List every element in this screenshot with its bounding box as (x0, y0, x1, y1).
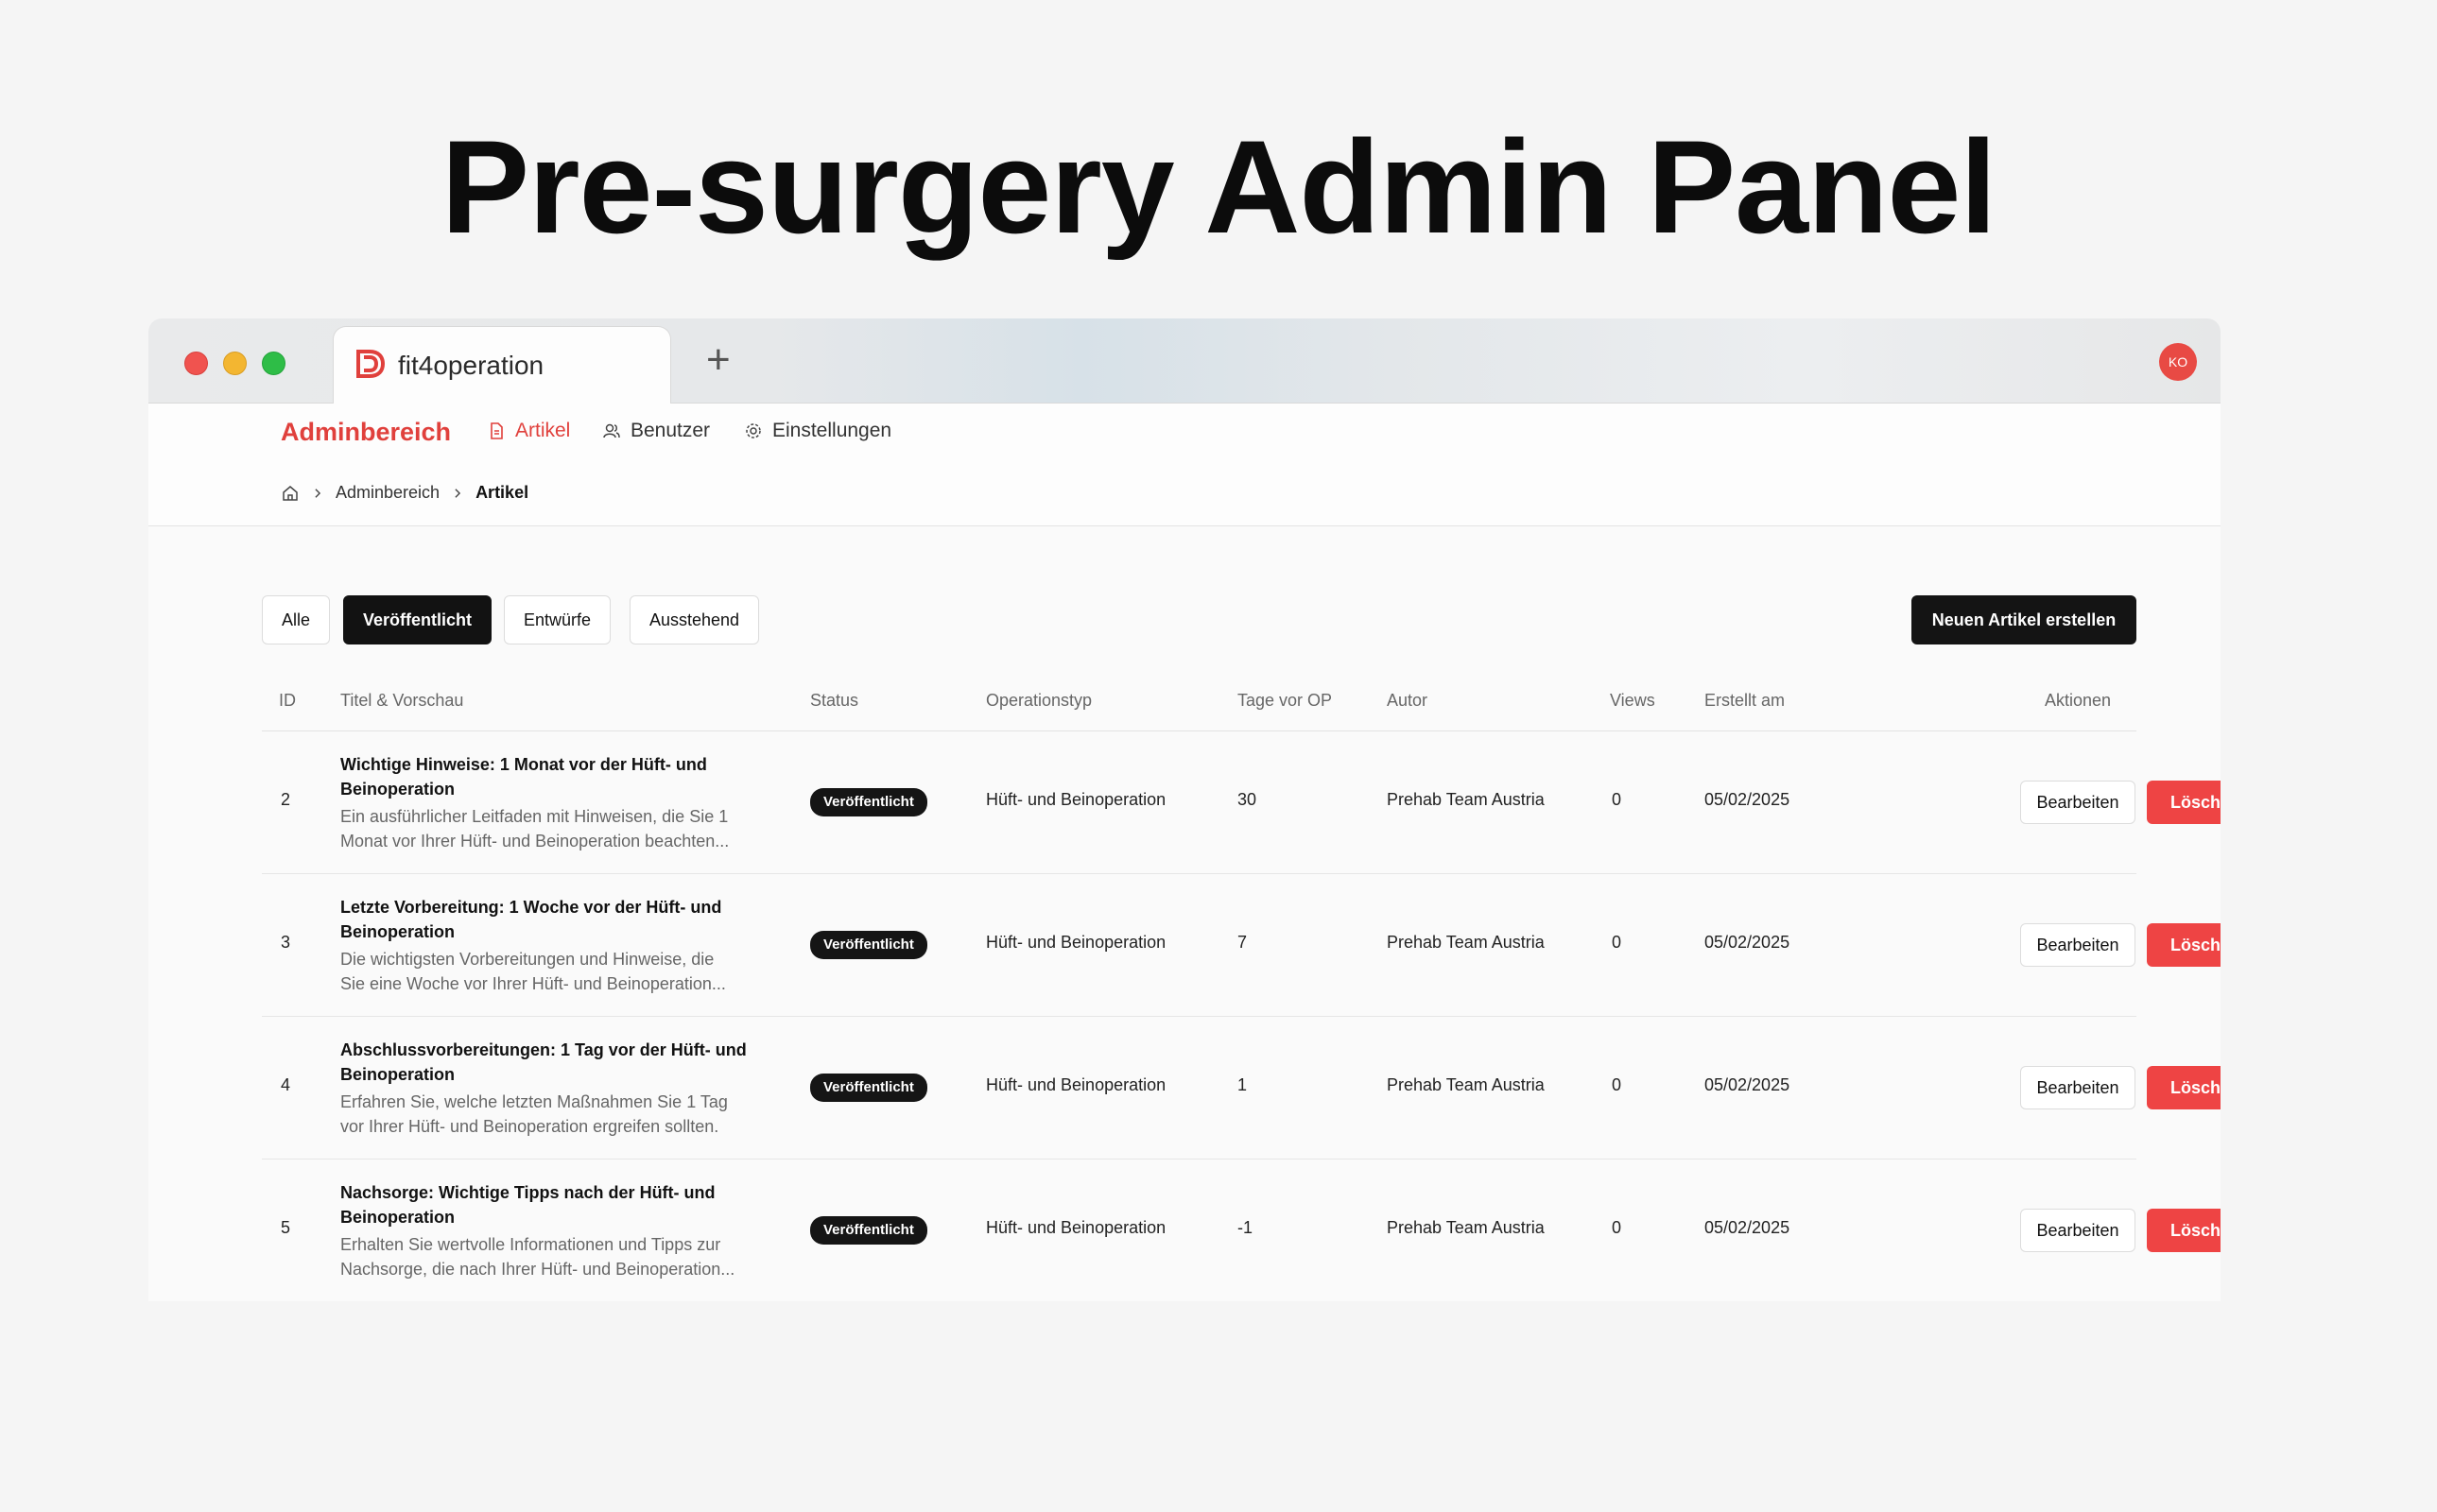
articles-table: ID Titel & Vorschau Status Operationstyp… (262, 673, 2221, 1301)
avatar[interactable]: KO (2159, 343, 2197, 381)
top-navigation: Adminbereich Artikel Benutzer Einstellun… (148, 404, 2221, 526)
header-views[interactable]: Views (1610, 691, 1655, 711)
row-days: -1 (1237, 1218, 1253, 1237)
header-status[interactable]: Status (810, 691, 858, 711)
edit-button[interactable]: Bearbeiten (2020, 923, 2135, 967)
row-optype: Hüft- und Beinoperation (986, 1075, 1167, 1094)
breadcrumb-current: Artikel (475, 483, 529, 502)
row-optype: Hüft- und Beinoperation (986, 933, 1167, 952)
nav-item-label: Artikel (515, 420, 571, 441)
tab-title: fit4operation (398, 351, 544, 380)
row-views: 0 (1612, 1218, 1622, 1237)
header-title[interactable]: Titel & Vorschau (340, 691, 463, 711)
header-optype[interactable]: Operationstyp (986, 691, 1092, 711)
nav-item-benutzer[interactable]: Benutzer (602, 420, 710, 442)
status-badge: Veröffentlicht (810, 931, 927, 959)
close-window-button[interactable] (184, 352, 208, 375)
browser-chrome: fit4operation + KO (148, 318, 2221, 404)
table-row[interactable]: 4 Abschlussvorbereitungen: 1 Tag vor der… (262, 1017, 2221, 1160)
brand-title[interactable]: Adminbereich (281, 418, 451, 447)
delete-button[interactable]: Löschen (2147, 1066, 2221, 1109)
main-content: Alle Veröffentlicht Entwürfe Ausstehend … (148, 526, 2221, 1301)
delete-button[interactable]: Löschen (2147, 923, 2221, 967)
status-badge: Veröffentlicht (810, 1216, 927, 1245)
row-author: Prehab Team Austria (1387, 1075, 1545, 1094)
row-views: 0 (1612, 1075, 1622, 1094)
row-views: 0 (1612, 933, 1622, 952)
table-row[interactable]: 5 Nachsorge: Wichtige Tipps nach der Hüf… (262, 1160, 2221, 1301)
row-created: 05/02/2025 (1704, 790, 1790, 809)
row-preview: Erhalten Sie wertvolle Informationen und… (340, 1235, 735, 1279)
users-icon (603, 423, 620, 438)
create-article-button[interactable]: Neuen Artikel erstellen (1911, 595, 2136, 644)
row-title-preview[interactable]: Wichtige Hinweise: 1 Monat vor der Hüft-… (340, 752, 775, 853)
filter-alle[interactable]: Alle (262, 595, 331, 644)
browser-window: fit4operation + KO Adminbereich Artikel … (148, 318, 2221, 1301)
status-badge: Veröffentlicht (810, 1074, 927, 1102)
row-title: Wichtige Hinweise: 1 Monat vor der Hüft-… (340, 755, 707, 799)
breadcrumb: Adminbereich Artikel (281, 483, 528, 503)
header-id[interactable]: ID (279, 691, 296, 711)
table-row[interactable]: 2 Wichtige Hinweise: 1 Monat vor der Hüf… (262, 731, 2221, 874)
table-row[interactable]: 3 Letzte Vorbereitung: 1 Woche vor der H… (262, 874, 2221, 1017)
row-title-preview[interactable]: Nachsorge: Wichtige Tipps nach der Hüft-… (340, 1180, 775, 1281)
row-title: Nachsorge: Wichtige Tipps nach der Hüft-… (340, 1183, 716, 1227)
filter-ausstehend[interactable]: Ausstehend (630, 595, 760, 644)
minimize-window-button[interactable] (223, 352, 247, 375)
row-views: 0 (1612, 790, 1622, 809)
row-author: Prehab Team Austria (1387, 1218, 1545, 1237)
browser-tab[interactable]: fit4operation (333, 326, 671, 404)
edit-button[interactable]: Bearbeiten (2020, 1066, 2135, 1109)
table-header: ID Titel & Vorschau Status Operationstyp… (262, 673, 2136, 731)
filter-veroeffentlicht[interactable]: Veröffentlicht (343, 595, 493, 644)
row-author: Prehab Team Austria (1387, 933, 1545, 952)
nav-item-label: Benutzer (631, 420, 711, 441)
edit-button[interactable]: Bearbeiten (2020, 781, 2135, 824)
breadcrumb-adminbereich[interactable]: Adminbereich (336, 483, 440, 503)
nav-item-label: Einstellungen (772, 420, 892, 441)
header-author[interactable]: Autor (1387, 691, 1427, 711)
home-icon[interactable] (281, 484, 300, 503)
header-created[interactable]: Erstellt am (1704, 691, 1785, 711)
row-days: 30 (1237, 790, 1257, 809)
row-title-preview[interactable]: Letzte Vorbereitung: 1 Woche vor der Hüf… (340, 895, 775, 996)
new-tab-button[interactable]: + (706, 339, 731, 381)
filter-entwuerfe[interactable]: Entwürfe (504, 595, 612, 644)
edit-button[interactable]: Bearbeiten (2020, 1209, 2135, 1252)
row-title-preview[interactable]: Abschlussvorbereitungen: 1 Tag vor der H… (340, 1038, 775, 1139)
gear-icon (746, 423, 761, 438)
row-days: 7 (1237, 933, 1248, 952)
header-actions: Aktionen (2045, 691, 2112, 710)
row-id: 4 (281, 1075, 291, 1094)
row-optype: Hüft- und Beinoperation (986, 790, 1167, 809)
row-optype: Hüft- und Beinoperation (986, 1218, 1167, 1237)
row-id: 5 (281, 1218, 291, 1237)
row-days: 1 (1237, 1075, 1248, 1094)
row-author: Prehab Team Austria (1387, 790, 1545, 809)
row-created: 05/02/2025 (1704, 1218, 1790, 1237)
nav-item-artikel[interactable]: Artikel (487, 420, 570, 442)
chevron-right-icon (455, 488, 461, 498)
fit4operation-logo-icon (356, 350, 386, 378)
row-title: Letzte Vorbereitung: 1 Woche vor der Hüf… (340, 898, 722, 941)
row-created: 05/02/2025 (1704, 1075, 1790, 1094)
row-created: 05/02/2025 (1704, 933, 1790, 952)
header-days[interactable]: Tage vor OP (1237, 691, 1332, 711)
status-badge: Veröffentlicht (810, 788, 927, 816)
chevron-right-icon (315, 488, 321, 498)
row-title: Abschlussvorbereitungen: 1 Tag vor der H… (340, 1040, 747, 1084)
row-id: 3 (281, 933, 291, 952)
delete-button[interactable]: Löschen (2147, 1209, 2221, 1252)
row-preview: Die wichtigsten Vorbereitungen und Hinwe… (340, 950, 726, 993)
nav-item-einstellungen[interactable]: Einstellungen (744, 420, 891, 442)
maximize-window-button[interactable] (262, 352, 285, 375)
hero-title: Pre-surgery Admin Panel (441, 112, 1997, 261)
row-id: 2 (281, 790, 291, 809)
row-preview: Erfahren Sie, welche letzten Maßnahmen S… (340, 1092, 728, 1136)
document-icon (491, 422, 503, 439)
delete-button[interactable]: Löschen (2147, 781, 2221, 824)
row-preview: Ein ausführlicher Leitfaden mit Hinweise… (340, 807, 730, 850)
